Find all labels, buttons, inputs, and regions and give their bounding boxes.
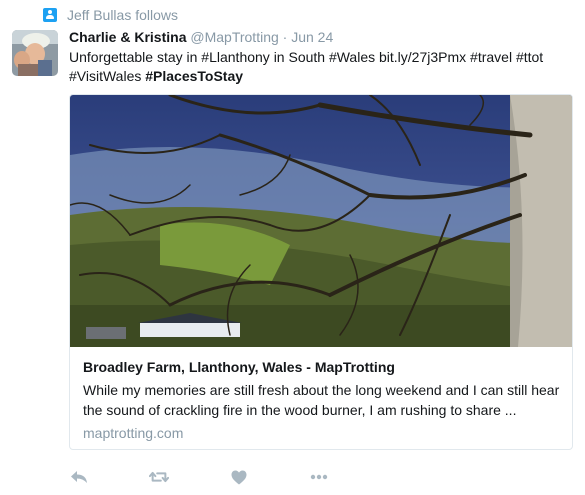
card-title[interactable]: Broadley Farm, Llanthony, Wales - MapTro… [83,358,560,376]
tweet-timestamp[interactable]: Jun 24 [291,29,333,45]
retweet-button[interactable] [149,468,169,486]
tweet-text-line-2: #VisitWales [69,68,142,84]
card-image [70,95,572,347]
tweet-hashtag-highlight[interactable]: #PlacesToStay [145,68,243,84]
author-handle[interactable]: @MapTrotting [190,29,278,45]
heart-icon [231,470,247,484]
social-context: Jeff Bullas follows [43,5,178,25]
card-domain[interactable]: maptrotting.com [83,425,560,441]
retweet-icon [149,471,169,483]
tweet-text-line-1: Unforgettable stay in #Llanthony in Sout… [69,49,544,65]
card-description: While my memories are still fresh about … [83,382,560,418]
like-button[interactable] [229,468,249,486]
link-card[interactable]: Broadley Farm, Llanthony, Wales - MapTro… [69,94,573,450]
author-name[interactable]: Charlie & Kristina [69,29,186,45]
tweet-header: Charlie & Kristina @MapTrotting · Jun 24 [69,28,333,46]
reply-button[interactable] [69,468,89,486]
avatar[interactable] [12,30,58,76]
tweet-actions [69,468,389,486]
follow-person-icon [43,8,57,22]
tweet-text: Unforgettable stay in #Llanthony in Sout… [69,48,569,86]
social-context-text: Jeff Bullas follows [67,7,179,23]
reply-icon [71,471,87,483]
card-body: Broadley Farm, Llanthony, Wales - MapTro… [83,358,560,441]
header-separator: · [282,29,288,45]
more-button[interactable] [309,468,329,486]
more-icon [310,474,328,480]
